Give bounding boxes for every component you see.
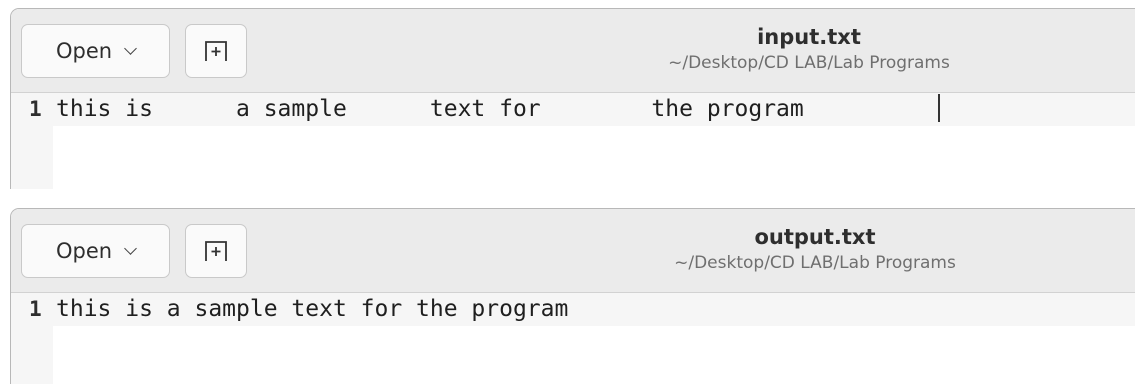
- open-button-label: Open: [55, 39, 113, 63]
- window-title-block: output.txt ~/Desktop/CD LAB/Lab Programs: [635, 223, 995, 275]
- line-number: 1: [29, 297, 42, 321]
- editor-window-input: Open input.txt ~/Desktop/CD LAB/Lab Prog…: [10, 8, 1135, 189]
- chevron-down-icon: [124, 41, 137, 55]
- text-editor-area[interactable]: 1 this is a sample text for the program: [11, 93, 1135, 189]
- window-title-block: input.txt ~/Desktop/CD LAB/Lab Programs: [629, 23, 989, 75]
- open-button[interactable]: Open: [21, 224, 170, 278]
- headerbar: Open output.txt ~/Desktop/CD LAB/Lab Pro…: [11, 209, 1135, 293]
- open-button-label: Open: [55, 239, 113, 263]
- line-text[interactable]: this is a sample text for the program: [56, 296, 568, 322]
- chevron-down-icon: [124, 241, 137, 255]
- open-button[interactable]: Open: [21, 24, 170, 78]
- line-text[interactable]: this is a sample text for the program: [56, 96, 818, 122]
- editor-window-output: Open output.txt ~/Desktop/CD LAB/Lab Pro…: [10, 208, 1135, 384]
- document-path: ~/Desktop/CD LAB/Lab Programs: [668, 53, 950, 73]
- new-document-button[interactable]: [185, 224, 247, 278]
- new-document-button[interactable]: [185, 24, 247, 78]
- line-number: 1: [29, 97, 42, 121]
- headerbar: Open input.txt ~/Desktop/CD LAB/Lab Prog…: [11, 9, 1135, 93]
- document-title: input.txt: [757, 25, 861, 49]
- document-path: ~/Desktop/CD LAB/Lab Programs: [674, 253, 956, 273]
- text-cursor: [938, 94, 940, 122]
- text-editor-area[interactable]: 1 this is a sample text for the program: [11, 293, 1135, 384]
- new-document-icon: [205, 41, 227, 61]
- new-document-icon: [205, 241, 227, 261]
- document-title: output.txt: [754, 225, 876, 249]
